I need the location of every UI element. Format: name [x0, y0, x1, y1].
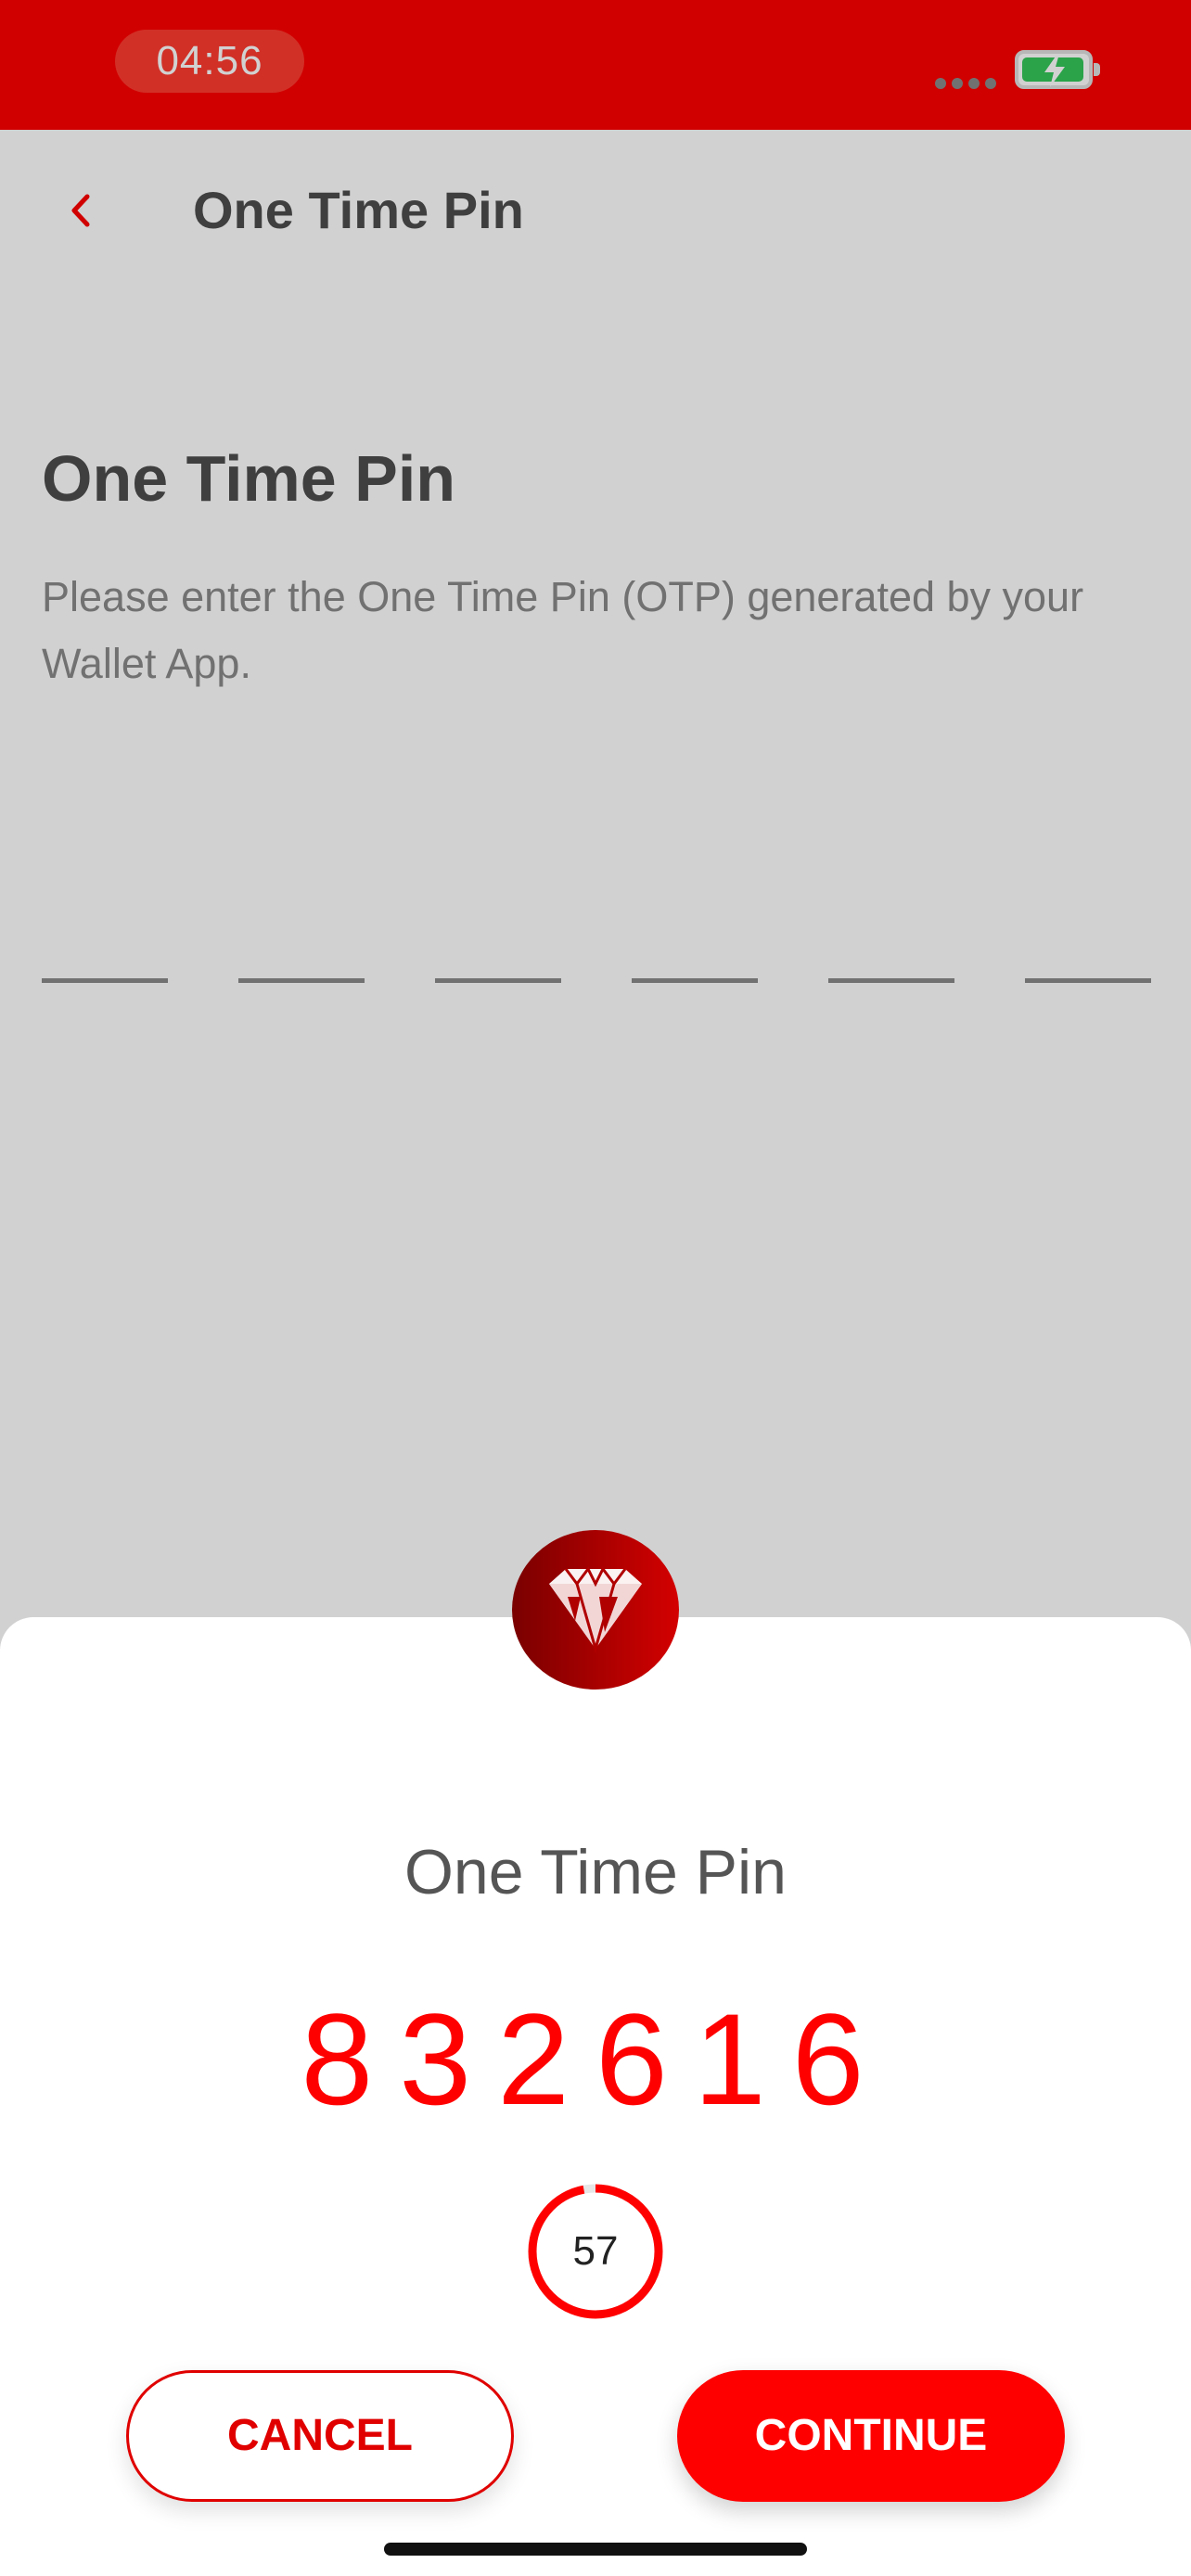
sheet-title: One Time Pin — [404, 1837, 787, 1907]
home-indicator — [384, 2543, 807, 2556]
diamond-logo-icon — [512, 1530, 679, 1690]
screen: 04:56 One Time Pin One Time Pin Please e… — [0, 0, 1191, 2576]
otp-code: 832616 — [301, 1986, 890, 2132]
continue-button[interactable]: CONTINUE — [677, 2370, 1065, 2502]
cancel-button[interactable]: CANCEL — [126, 2370, 514, 2502]
countdown-timer: 57 — [525, 2181, 666, 2322]
timer-value: 57 — [572, 2228, 619, 2274]
